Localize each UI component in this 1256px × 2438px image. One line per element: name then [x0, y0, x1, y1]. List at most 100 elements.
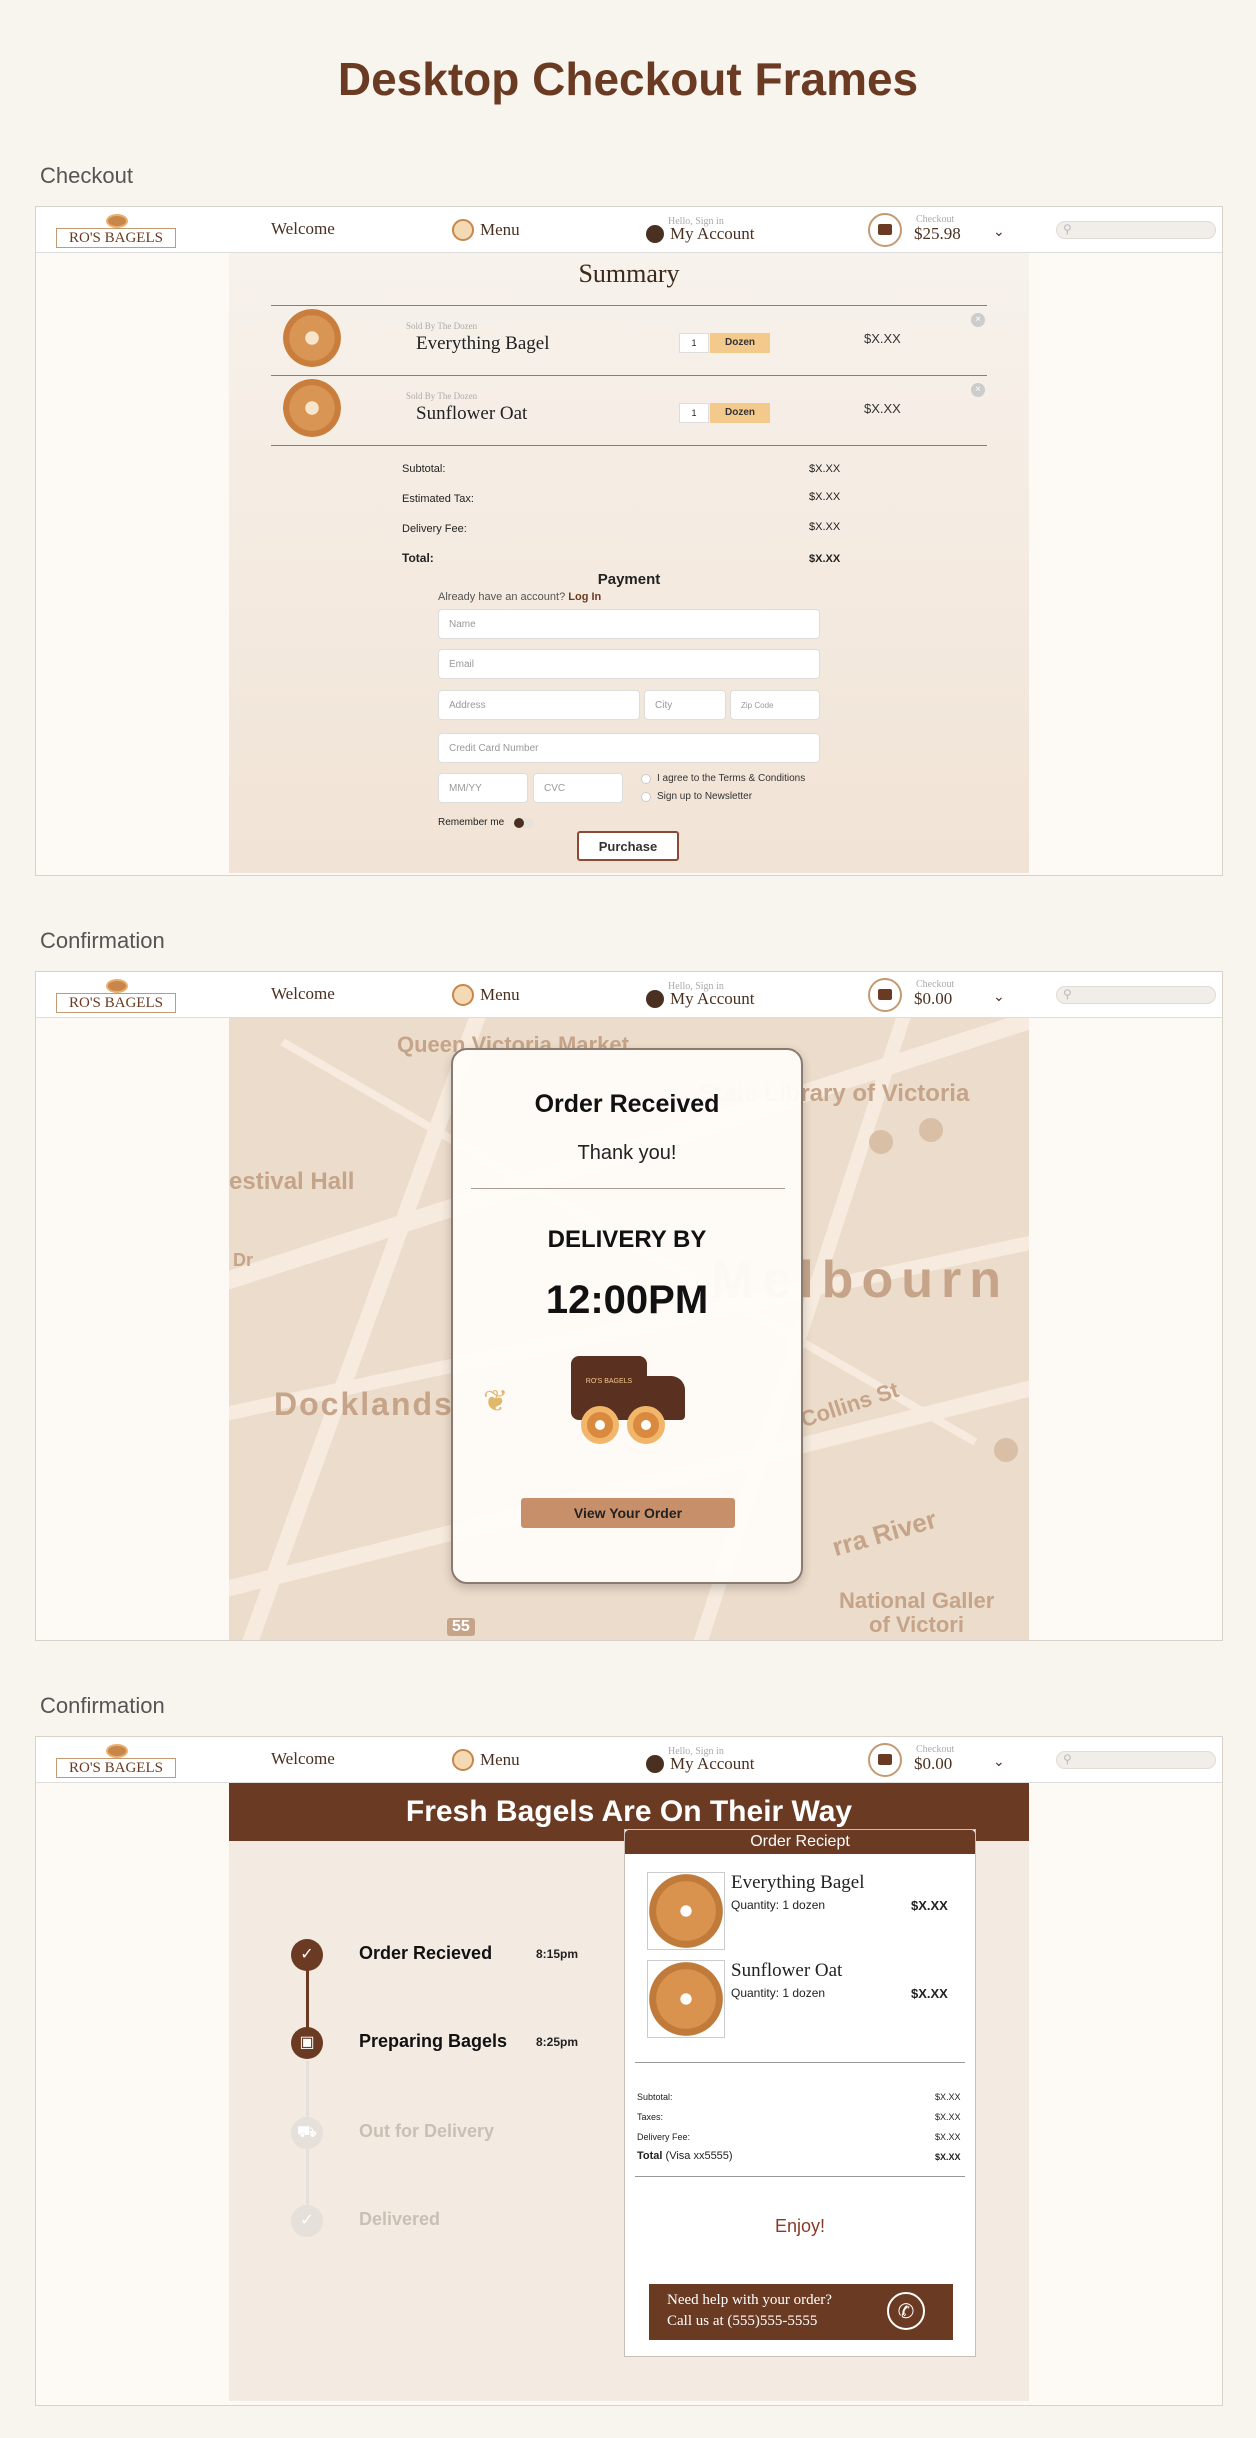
section-label-checkout: Checkout — [40, 163, 133, 188]
nav-account[interactable]: My Account — [646, 989, 755, 1009]
top-nav: RO'S BAGELS Welcome Menu Hello, Sign in … — [36, 207, 1222, 253]
remember-me: Remember me — [438, 817, 535, 828]
city-field[interactable]: City — [644, 690, 726, 720]
logo[interactable]: RO'S BAGELS — [56, 1744, 176, 1778]
everything-bagel-image — [283, 309, 341, 367]
summary-panel: Summary Sold By The Dozen Everything Bag… — [229, 253, 1029, 873]
divider — [635, 2176, 965, 2177]
map-label: rra River — [828, 1503, 940, 1563]
receipt-total-value: $X.XX — [935, 2152, 961, 2162]
enjoy-text: Enjoy! — [774, 2216, 826, 2236]
payment-title: Payment — [597, 571, 661, 588]
search-input[interactable]: ⚲ — [1056, 1751, 1216, 1769]
sunflower-oat-image — [647, 1960, 725, 2038]
nav-cart-total[interactable]: $25.98 — [914, 224, 961, 244]
nav-menu[interactable]: Menu — [452, 1749, 520, 1771]
quantity-stepper[interactable]: 1 — [679, 403, 709, 423]
summary-title: Summary — [578, 259, 680, 288]
receipt-total-label: Total (Visa xx5555) — [637, 2150, 733, 2162]
help-banner[interactable]: Need help with your order? Call us at (55… — [649, 2284, 953, 2340]
bus-stop-icon — [994, 1438, 1018, 1462]
map-label: Docklands — [274, 1386, 454, 1422]
quantity-stepper[interactable]: 1 — [679, 333, 709, 353]
terms-checkbox[interactable]: I agree to the Terms & Conditions — [641, 773, 805, 784]
search-input[interactable]: ⚲ — [1056, 986, 1216, 1004]
remove-item-icon[interactable]: × — [971, 313, 985, 327]
bagel-logo-icon — [106, 1744, 128, 1758]
newsletter-checkbox[interactable]: Sign up to Newsletter — [641, 791, 752, 802]
library-icon — [919, 1118, 943, 1142]
unit-select[interactable]: Dozen — [710, 333, 770, 353]
subtotal-value: $X.XX — [809, 463, 841, 475]
phone-icon[interactable]: ✆ — [887, 2292, 925, 2330]
cart-icon[interactable] — [868, 978, 902, 1012]
unit-select[interactable]: Dozen — [710, 403, 770, 423]
nav-account[interactable]: My Account — [646, 1754, 755, 1774]
bagel-menu-icon — [452, 1749, 474, 1771]
purchase-button[interactable]: Purchase — [577, 831, 679, 861]
logo[interactable]: RO'S BAGELS — [56, 979, 176, 1013]
box-icon: ▣ — [291, 2027, 323, 2059]
nav-cart-total[interactable]: $0.00 — [914, 1754, 952, 1774]
email-field[interactable]: Email — [438, 649, 820, 679]
item-name: Everything Bagel — [416, 333, 550, 354]
divider — [471, 1188, 785, 1189]
nav-cart-total[interactable]: $0.00 — [914, 989, 952, 1009]
remember-toggle[interactable] — [514, 817, 535, 828]
nav-welcome[interactable]: Welcome — [271, 984, 335, 1004]
account-icon — [646, 990, 664, 1008]
view-order-button[interactable]: View Your Order — [521, 1498, 735, 1528]
bagel-menu-icon — [452, 219, 474, 241]
card-number-field[interactable]: Credit Card Number — [438, 733, 820, 763]
address-field[interactable]: Address — [438, 690, 640, 720]
section-label-confirmation-2: Confirmation — [40, 1693, 165, 1718]
total-value: $X.XX — [809, 553, 841, 565]
search-input[interactable]: ⚲ — [1056, 221, 1216, 239]
check-icon: ✓ — [291, 2205, 323, 2237]
nav-welcome[interactable]: Welcome — [271, 219, 335, 239]
total-label: Total: — [402, 551, 434, 565]
chevron-down-icon[interactable]: ⌄ — [993, 1753, 1005, 1770]
progress-line — [306, 2061, 309, 2121]
remove-item-icon[interactable]: × — [971, 383, 985, 397]
chevron-down-icon[interactable]: ⌄ — [993, 223, 1005, 240]
order-receipt: Order Reciept Everything Bagel Quantity:… — [624, 1829, 976, 2357]
bagel-menu-icon — [452, 984, 474, 1006]
delivery-fee-value: $X.XX — [809, 521, 841, 533]
wheat-icon: ❦ — [483, 1385, 509, 1418]
progress-line — [306, 2149, 309, 2209]
top-nav: RO'S BAGELS Welcome Menu Hello, Sign in … — [36, 972, 1222, 1018]
map-label: National Galler — [839, 1588, 995, 1613]
zip-field[interactable]: Zip Code — [730, 690, 820, 720]
delivery-time: 12:00PM — [545, 1278, 709, 1322]
nav-welcome[interactable]: Welcome — [271, 1749, 335, 1769]
item-price: $X.XX — [864, 331, 901, 346]
sunflower-oat-image — [283, 379, 341, 437]
check-icon: ✓ — [291, 1939, 323, 1971]
cart-icon[interactable] — [868, 213, 902, 247]
chevron-down-icon[interactable]: ⌄ — [993, 988, 1005, 1005]
cvc-field[interactable]: CVC — [533, 773, 623, 803]
search-icon: ⚲ — [1063, 987, 1072, 1001]
nav-menu[interactable]: Menu — [452, 984, 520, 1006]
account-icon — [646, 225, 664, 243]
map-label: of Victori — [869, 1612, 964, 1637]
name-field[interactable]: Name — [438, 609, 820, 639]
nav-account[interactable]: My Account — [646, 224, 755, 244]
order-received-title: Order Received — [534, 1090, 720, 1118]
tax-value: $X.XX — [809, 491, 841, 503]
login-link[interactable]: Log In — [568, 591, 601, 603]
delivery-fee-label: Delivery Fee: — [402, 523, 467, 535]
sold-by-label: Sold By The Dozen — [406, 391, 478, 401]
delivery-truck-icon: RO'S BAGELS — [571, 1356, 689, 1446]
tracking-frame: RO'S BAGELS Welcome Menu Hello, Sign in … — [35, 1736, 1223, 2406]
divider — [635, 2062, 965, 2063]
receipt-item: Sunflower Oat Quantity: 1 dozen $X.XX — [647, 1960, 957, 2040]
nav-menu[interactable]: Menu — [452, 219, 520, 241]
subtotal-label: Subtotal: — [402, 463, 446, 475]
expiry-field[interactable]: MM/YY — [438, 773, 528, 803]
bagel-logo-icon — [106, 979, 128, 993]
cart-icon[interactable] — [868, 1743, 902, 1777]
logo[interactable]: RO'S BAGELS — [56, 214, 176, 248]
tax-label: Estimated Tax: — [402, 493, 474, 505]
